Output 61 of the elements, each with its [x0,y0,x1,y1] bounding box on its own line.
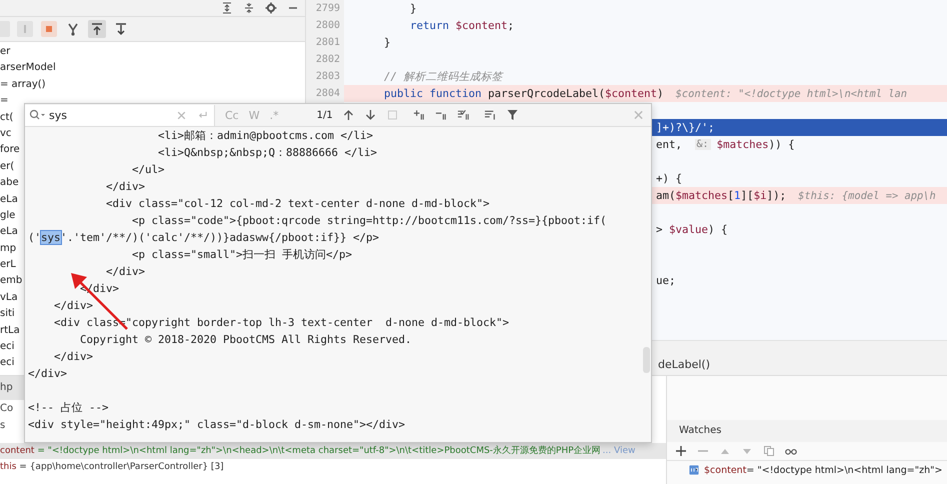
arrow-down-icon[interactable] [364,109,377,121]
code-line: ent, [656,138,684,151]
watch-row[interactable]: $content= "<!doctype html>\n<html lang="zh"> [667,461,947,479]
code-line: <li>邮箱：admin@pbootcms.com </li> [157,129,374,142]
code-line: </div> [105,180,146,193]
line-number: 2800 [316,20,340,31]
panel-title: Watches [667,420,947,442]
code-line: } [383,36,391,49]
breadcrumb-item[interactable]: deLabel() [658,358,710,371]
code-line: </div> [53,350,94,363]
code-line: ue; [656,274,676,287]
search-icon[interactable] [29,109,45,121]
variable-row[interactable]: this = {app\home\controller\ParserController} [3] [0,459,666,475]
code-line: return $content; [409,19,514,32]
code-line: <p class="small">扫一扫 手机访问</p> [131,248,352,261]
line-number: 2799 [316,3,340,14]
code-line: </div> [28,367,68,380]
code-line: ('sys'.'tem'/**/)('calc'/**/))}adasww{/pboot:if}} </p> [28,231,380,244]
settings-icon[interactable] [265,2,277,14]
code-line: <!-- 占位 --> [28,401,109,414]
list-icon[interactable] [484,109,497,121]
code-line: // 解析二维码生成标签 [383,70,503,84]
select-all-icon[interactable] [456,109,470,121]
code-line: <div class="col-12 col-md-2 text-center d-none d-md-block"> [105,197,490,210]
code-line: </ul> [131,163,165,176]
variable-icon [689,465,699,475]
code-line: $matches)) { [716,138,795,151]
parameter-hint: &: [694,139,711,150]
code-line: </div> [105,265,146,278]
code-line: > $value) { [656,223,728,236]
code-line: } [409,2,417,15]
inline-value-hint: $content: "<!doctype html>\n<html lan [676,88,908,100]
line-number: 2803 [316,71,340,82]
frame-item[interactable]: = array() [0,76,305,94]
code-line: <p class="code">{pboot:qrcode string=http://bootcm11s.com/?ss=}{pboot:if( [131,214,607,227]
inline-value-hint: $this: {model => app\h [798,190,936,202]
variable-row[interactable]: content = "<!doctype html>\n<html lang="zh">\n<head>\n\t<meta charset="utf-8">\n\t<title>PbootCMS-永久开源免费的PHP企业网 ... View [0,443,666,459]
add-occurrence-icon[interactable] [412,109,426,121]
filter-up-icon[interactable] [88,20,106,38]
stop-icon[interactable] [40,20,58,38]
frame-item[interactable]: arserModel [0,60,305,77]
collapse-all-icon[interactable] [243,2,255,14]
code-line: Copyright © 2018-2020 PbootCMS All Rights Reserved. [79,333,412,346]
scrollbar-thumb[interactable] [643,347,650,373]
code-line: </div> [53,299,94,312]
add-icon[interactable] [675,445,687,457]
match-count: 1/1 [316,110,333,120]
line-number: 2801 [316,37,340,48]
frame-item[interactable]: er [0,44,305,60]
code-line: am($matches[1][$i]); [656,189,786,202]
code-line: ]+)?\}/'; [656,121,715,134]
line-number: 2804 [316,88,340,99]
search-field[interactable]: sys [25,104,215,126]
code-line: <div style="height:49px;" class="d-block d-sm-none"></div> [28,418,406,431]
code-line: public function parserQrcodeLabel($content) [383,87,664,100]
expand-all-icon[interactable] [221,2,233,14]
code-line: <li>Q&nbsp;&nbsp;Q：88886666 </li> [157,146,378,159]
line-number: 2802 [316,54,340,65]
code-line: +) { [656,172,682,185]
filter-icon[interactable] [506,109,519,121]
arrow-up-icon[interactable] [342,109,355,121]
